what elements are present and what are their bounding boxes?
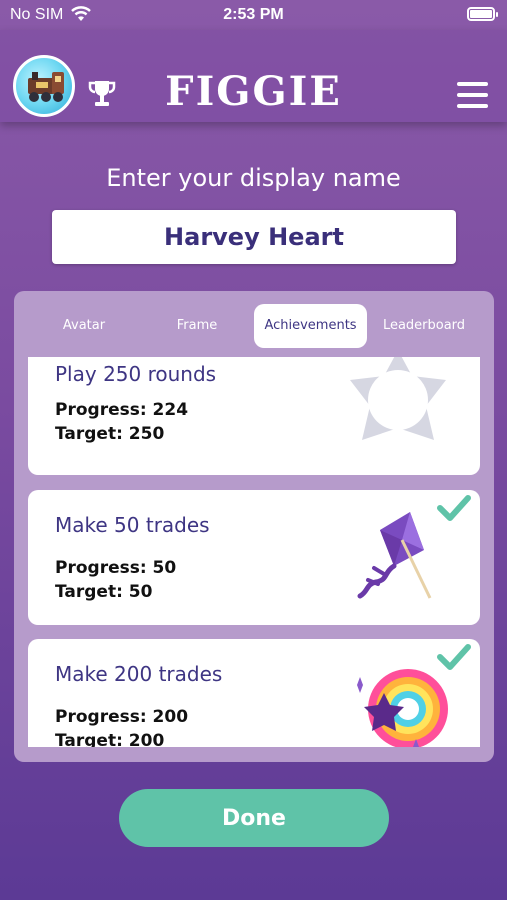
profile-panel: Avatar Frame Achievements Leaderboard Pl… <box>14 291 494 762</box>
kite-icon <box>357 512 432 599</box>
menu-icon[interactable] <box>457 82 488 108</box>
tab-bar: Avatar Frame Achievements Leaderboard <box>27 304 481 348</box>
achievements-list[interactable]: Play 250 rounds Progress: 224 Target: 25… <box>28 357 480 747</box>
display-name-input[interactable] <box>52 210 456 264</box>
achievement-target: Target: 250 <box>55 424 165 444</box>
check-icon <box>437 495 471 521</box>
achievement-target: Target: 50 <box>55 582 153 602</box>
app-logo: FIGGIE <box>165 68 342 115</box>
achievement-card: Play 250 rounds Progress: 224 Target: 25… <box>28 357 480 475</box>
achievement-progress: Progress: 224 <box>55 400 189 420</box>
achievement-progress: Progress: 200 <box>55 707 189 727</box>
star-badge-icon <box>350 357 446 440</box>
tab-frame[interactable]: Frame <box>140 304 254 348</box>
achievement-card: Make 200 trades Progress: 200 Target: 20… <box>28 639 480 747</box>
battery-icon <box>467 7 498 21</box>
tab-achievements[interactable]: Achievements <box>254 304 367 348</box>
achievement-progress: Progress: 50 <box>55 558 177 578</box>
header: FIGGIE <box>0 30 507 122</box>
achievement-title: Make 50 trades <box>55 513 210 537</box>
done-button[interactable]: Done <box>119 789 389 847</box>
status-bar: No SIM 2:53 PM <box>0 0 507 30</box>
clock: 2:53 PM <box>223 6 284 23</box>
display-name-label: Enter your display name <box>106 164 401 192</box>
tab-avatar[interactable]: Avatar <box>27 304 141 348</box>
achievement-target: Target: 200 <box>55 731 165 747</box>
achievement-title: Make 200 trades <box>55 662 223 686</box>
achievement-title: Play 250 rounds <box>55 362 217 386</box>
rainbow-icon <box>357 669 448 747</box>
achievement-card: Make 50 trades Progress: 50 Target: 50 <box>28 490 480 625</box>
tab-leaderboard[interactable]: Leaderboard <box>367 304 481 348</box>
